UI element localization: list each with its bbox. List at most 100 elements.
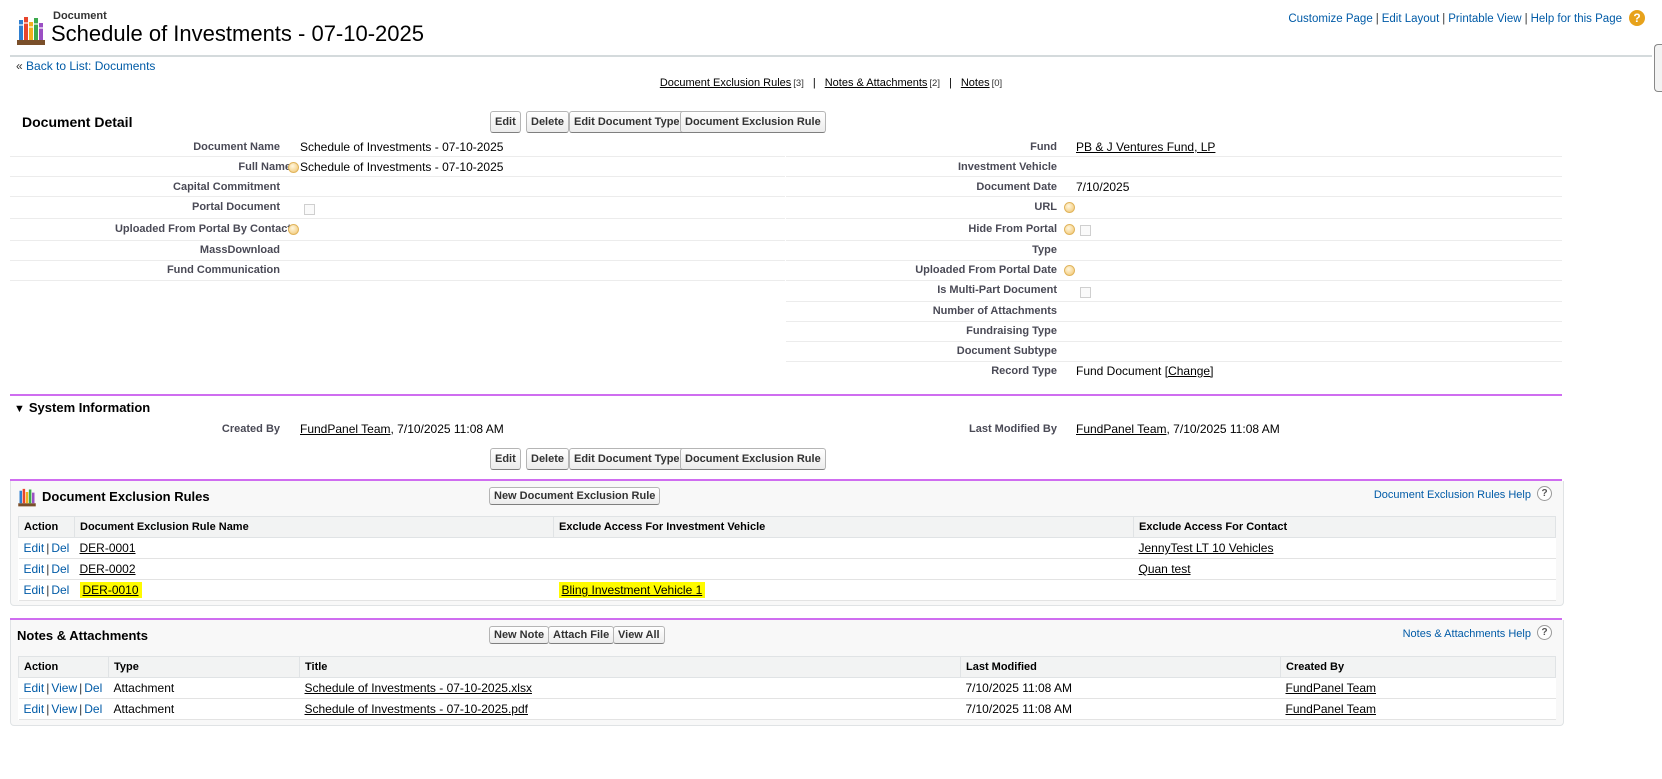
document-detail-title: Document Detail: [22, 114, 133, 130]
back-arrow-icon: «: [16, 59, 23, 73]
edit-document-type-button[interactable]: Edit Document Type: [569, 111, 685, 133]
info-icon[interactable]: [288, 162, 299, 173]
field-fundraising-type: Fundraising Type: [786, 321, 1562, 341]
hide-from-portal-checkbox: [1080, 225, 1091, 236]
info-icon[interactable]: [1064, 224, 1075, 235]
field-label: Number of Attachments: [932, 305, 1057, 317]
related-link-exclusion-rules[interactable]: Document Exclusion Rules: [660, 77, 791, 89]
view-all-button[interactable]: View All: [613, 626, 665, 644]
top-links: Customize Page | Edit Layout | Printable Vie…: [1288, 13, 1622, 25]
modified-by-user-link[interactable]: FundPanel Team: [1076, 422, 1167, 436]
edit-button[interactable]: Edit: [490, 111, 521, 133]
change-record-type-link[interactable]: [Change]: [1165, 364, 1214, 378]
rule-name-link[interactable]: DER-0002: [80, 562, 136, 576]
edit-row-link[interactable]: Edit: [24, 562, 45, 576]
delete-row-link[interactable]: Del: [51, 541, 69, 555]
delete-button-bottom[interactable]: Delete: [526, 448, 570, 470]
field-label: MassDownload: [199, 244, 280, 256]
delete-row-link[interactable]: Del: [51, 583, 69, 597]
field-label: Fund Communication: [166, 264, 280, 276]
printable-view-link[interactable]: Printable View: [1448, 13, 1521, 25]
page-title: Schedule of Investments - 07-10-2025: [51, 21, 425, 46]
column-header: Exclude Access For Investment Vehicle: [553, 516, 1134, 538]
help-icon[interactable]: ?: [1629, 10, 1645, 26]
table-row: Edit | Del DER-0002 Quan test: [18, 558, 1556, 580]
rule-name-link-highlighted[interactable]: DER-0010: [79, 582, 142, 598]
field-mass-download: MassDownload: [10, 240, 780, 260]
edit-row-link[interactable]: Edit: [24, 541, 45, 555]
field-created-by: Created By FundPanel Team, 7/10/2025 11:…: [10, 419, 780, 439]
back-to-list-link[interactable]: Back to List: Documents: [26, 59, 155, 73]
column-header: Type: [108, 656, 300, 678]
multi-part-checkbox: [1080, 287, 1091, 298]
field-label: URL: [1034, 201, 1057, 213]
related-link-notes[interactable]: Notes: [961, 77, 990, 89]
fund-link[interactable]: PB & J Ventures Fund, LP: [1076, 140, 1215, 154]
help-question-icon[interactable]: ?: [1537, 625, 1552, 640]
created-by-link[interactable]: FundPanel Team: [1286, 702, 1377, 716]
created-by-date: , 7/10/2025 11:08 AM: [390, 422, 504, 436]
portal-document-checkbox: [304, 204, 315, 215]
attachment-type: Attachment: [108, 677, 300, 699]
edit-row-link[interactable]: Edit: [24, 583, 45, 597]
attachment-title-link[interactable]: Schedule of Investments - 07-10-2025.xls…: [305, 681, 532, 695]
field-label: Uploaded From Portal Date: [915, 264, 1057, 276]
new-exclusion-rule-button[interactable]: New Document Exclusion Rule: [489, 487, 661, 505]
view-row-link[interactable]: View: [51, 702, 77, 716]
field-label: Capital Commitment: [173, 181, 280, 193]
related-count: [0]: [991, 78, 1003, 89]
exclusion-rules-icon: [18, 488, 36, 507]
notes-attachments-title: Notes & Attachments: [17, 628, 148, 643]
field-value: Schedule of Investments - 07-10-2025: [300, 160, 504, 174]
related-link-notes-attachments[interactable]: Notes & Attachments: [825, 77, 928, 89]
info-icon[interactable]: [288, 224, 299, 235]
rule-name-link[interactable]: DER-0001: [80, 541, 136, 555]
created-by-link[interactable]: FundPanel Team: [1286, 681, 1377, 695]
contact-link[interactable]: JennyTest LT 10 Vehicles: [1139, 541, 1274, 555]
field-last-modified-by: Last Modified By FundPanel Team, 7/10/20…: [786, 419, 1562, 439]
field-multi-part: Is Multi-Part Document: [786, 280, 1562, 300]
column-header: Exclude Access For Contact: [1133, 516, 1556, 538]
field-label: Fundraising Type: [966, 325, 1057, 337]
edit-row-link[interactable]: Edit: [24, 702, 45, 716]
info-icon[interactable]: [1064, 265, 1075, 276]
help-for-page-link[interactable]: Help for this Page: [1531, 13, 1622, 25]
delete-row-link[interactable]: Del: [51, 562, 69, 576]
notes-attachments-help-link[interactable]: Notes & Attachments Help: [1403, 628, 1531, 640]
delete-row-link[interactable]: Del: [84, 702, 102, 716]
new-note-button[interactable]: New Note: [489, 626, 550, 644]
attachment-title-link[interactable]: Schedule of Investments - 07-10-2025.pdf: [305, 702, 528, 716]
system-information-header[interactable]: ▼ System Information: [14, 400, 150, 415]
field-label: Fund: [1030, 141, 1057, 153]
modified-by-date: , 7/10/2025 11:08 AM: [1166, 422, 1280, 436]
edit-row-link[interactable]: Edit: [24, 681, 45, 695]
notes-attachments-table: Action Type Title Last Modified Created …: [18, 656, 1556, 720]
help-question-icon[interactable]: ?: [1537, 486, 1552, 501]
system-information-title: System Information: [28, 400, 151, 415]
field-uploaded-portal-date: Uploaded From Portal Date: [786, 260, 1562, 280]
field-url: URL: [786, 197, 1562, 217]
field-label: Portal Document: [191, 201, 280, 213]
created-by-user-link[interactable]: FundPanel Team: [300, 422, 391, 436]
delete-row-link[interactable]: Del: [84, 681, 102, 695]
delete-button[interactable]: Delete: [526, 111, 570, 133]
edit-button-bottom[interactable]: Edit: [490, 448, 521, 470]
vehicle-link-highlighted[interactable]: Bling Investment Vehicle 1: [558, 582, 706, 598]
exclusion-rules-help-link[interactable]: Document Exclusion Rules Help: [1374, 489, 1531, 501]
document-exclusion-rule-button-bottom[interactable]: Document Exclusion Rule: [680, 448, 826, 470]
field-fund-communication: Fund Communication: [10, 260, 780, 280]
document-icon: [17, 17, 45, 45]
attach-file-button[interactable]: Attach File: [548, 626, 615, 644]
attachment-type: Attachment: [108, 698, 300, 720]
field-document-name: Document Name Schedule of Investments - …: [10, 137, 780, 157]
edit-document-type-button-bottom[interactable]: Edit Document Type: [569, 448, 685, 470]
view-row-link[interactable]: View: [51, 681, 77, 695]
contact-link[interactable]: Quan test: [1139, 562, 1191, 576]
info-icon[interactable]: [1064, 202, 1075, 213]
field-full-name: Full Name Schedule of Investments - 07-1…: [10, 157, 780, 177]
customize-page-link[interactable]: Customize Page: [1288, 13, 1372, 25]
related-count: [2]: [929, 78, 940, 89]
document-exclusion-rule-button[interactable]: Document Exclusion Rule: [680, 111, 826, 133]
edit-layout-link[interactable]: Edit Layout: [1382, 13, 1440, 25]
column-header: Created By: [1280, 656, 1556, 678]
